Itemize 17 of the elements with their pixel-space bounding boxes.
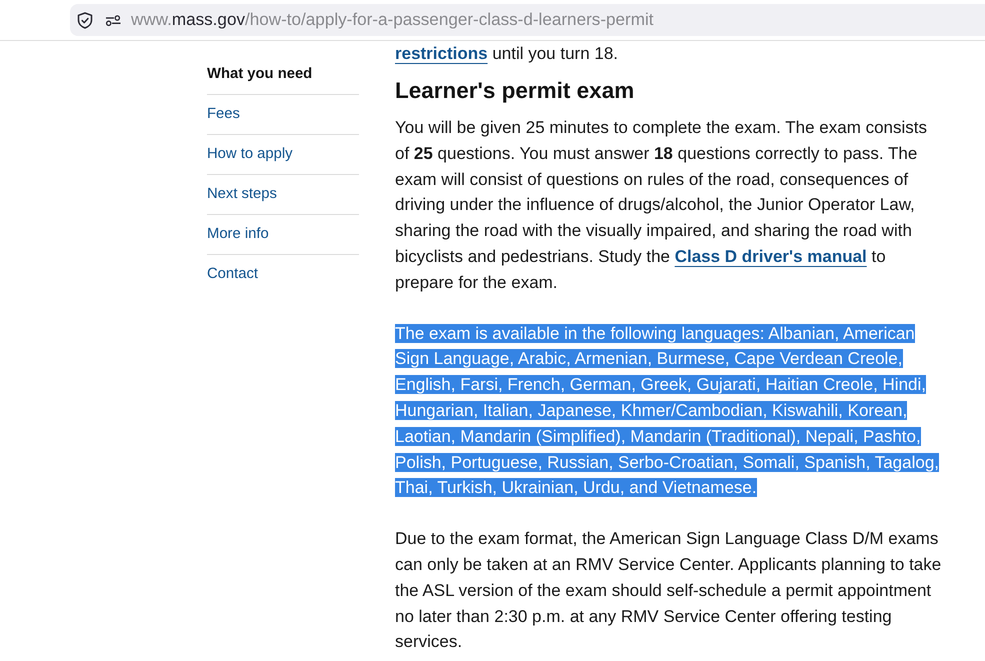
body-paragraph: Due to the exam format, the American Sign Language Class D/M exams can only be taken at an RMV Service Center. Applicants planning to take the ASL version of the exam should self-schedule a permit appointment no later than 2:30 p.m. at any RMV Service Center offering testing services. [395,528,942,654]
address-bar[interactable]: www.mass.gov/how-to/apply-for-a-passenger-class-d-learners-permit [70,4,985,36]
body-paragraph: restrictions until you turn 18. [395,43,620,65]
url-text: www.mass.gov/how-to/apply-for-a-passenger-class-d-learners-permit [131,10,654,30]
shield-check-icon[interactable] [77,12,93,28]
sliders-icon[interactable] [105,14,121,26]
sidebar-link[interactable]: More info [207,215,359,255]
text-link[interactable]: Class D driver's manual [674,246,867,266]
sidebar-link[interactable]: Contact [207,255,359,294]
sidebar-link[interactable]: Next steps [207,175,359,215]
section-heading: Learner's permit exam [395,77,636,105]
text-link[interactable]: restrictions [395,44,488,63]
sidebar-link[interactable]: Fees [207,95,359,135]
sidebar-link[interactable]: How to apply [207,135,359,175]
body-paragraph: You will be given 25 minutes to complete the exam. The exam consists of 25 questions. You must answer 18 questions correctly to pass. The exam will consist of questions on rules of the road, consequences of driving under the influence of drugs/alcohol, the Junior Operator Law, sharing the road with the visually impaired, and sharing the road with bicyclists and pedestrians. Study the Class D driver's manual to prepare for the exam. [395,117,928,294]
highlighted-paragraph: The exam is available in the following languages: Albanian, American Sign Language, Arabic, Armenian, Burmese, Cape Verdean Creole, English, Farsi, French, German, Greek, Gujarati, Haitian Creole, Hindi, Hungarian, Italian, Japanese, Khmer/Cambodian, Kiswahili, Korean, Laotian, Mandarin (Simplified), Mandarin (Traditional), Nepali, Pashto, Polish, Portuguese, Russian, Serbo-Croatian, Somali, Spanish, Tagalog, Thai, Turkish, Ukrainian, Urdu, and Vietnamese. [395,322,940,500]
sidebar-link[interactable]: What you need [207,55,359,95]
